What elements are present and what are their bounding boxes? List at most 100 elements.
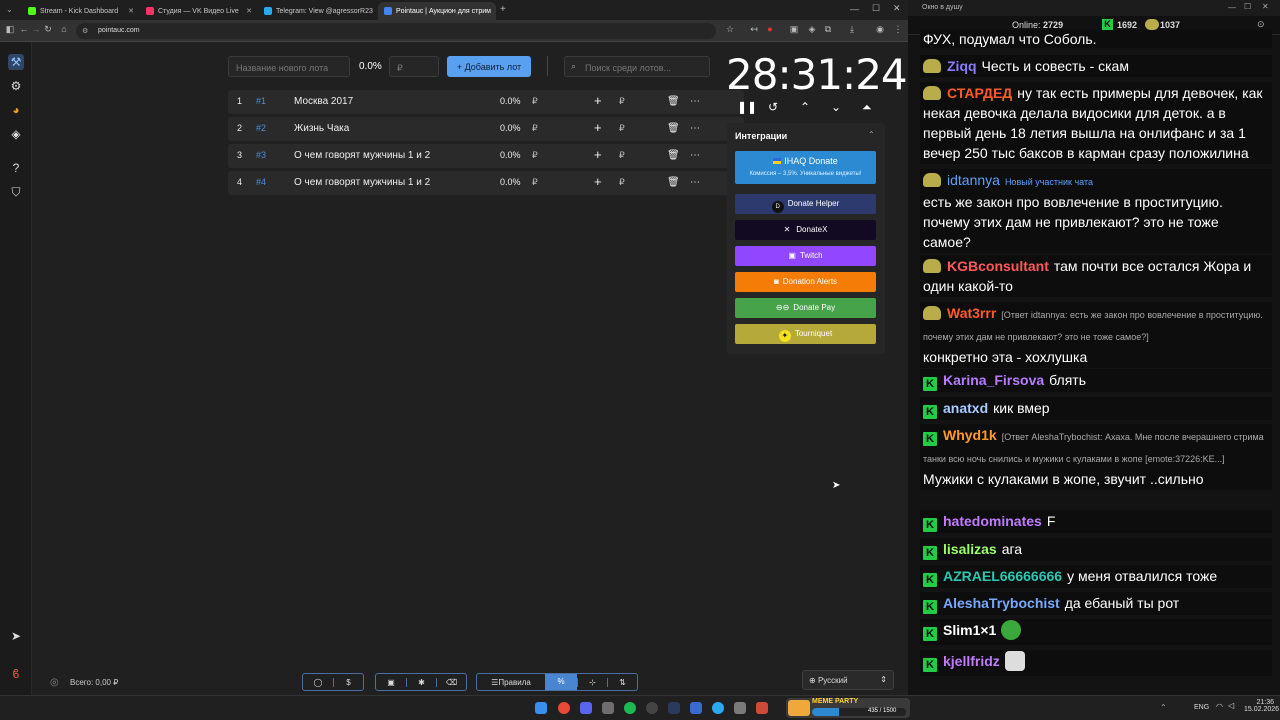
chat-nick[interactable]: kjellfridz (943, 653, 1000, 669)
download-icon[interactable]: ⤓ (846, 24, 858, 35)
add-amount-plus-icon[interactable]: + (594, 93, 602, 108)
clock[interactable]: 21:36 15.02.2026 (1244, 699, 1279, 713)
remove-time-down-icon[interactable]: ⌄ (831, 100, 841, 114)
save-icon[interactable]: ▣ (376, 678, 406, 687)
delete-trash-icon[interactable]: 🗑 (667, 177, 680, 188)
more-options-icon[interactable]: ⋯ (690, 123, 700, 134)
browser-tab-vk[interactable]: Студия — VK Видео Live ✕ (140, 2, 258, 20)
chrome-icon[interactable] (558, 702, 570, 714)
more-options-icon[interactable]: ⋯ (690, 150, 700, 161)
close-window-icon[interactable]: ✕ (893, 3, 901, 14)
delete-trash-icon[interactable]: 🗑 (667, 150, 680, 161)
chat-settings-icon[interactable]: ⊙ (1257, 19, 1265, 30)
lot-name[interactable]: О чем говорят мужчины 1 и 2 (294, 177, 430, 188)
more-options-icon[interactable]: ⋯ (690, 177, 700, 188)
chat-nick[interactable]: СТАРДЕД (947, 85, 1012, 101)
minimize-icon[interactable]: — (850, 4, 859, 14)
lot-extra-amount-field[interactable]: ₽ (619, 150, 625, 161)
help-icon[interactable]: ? (8, 160, 24, 176)
split-toggle-icon[interactable]: ⊹ (577, 677, 607, 687)
chat-close-icon[interactable]: ✕ (1262, 2, 1269, 11)
maximize-icon[interactable]: ☐ (872, 3, 880, 14)
search-lots-input[interactable]: Поиск среди лотов... (564, 56, 710, 77)
site-info-icon[interactable]: ⚙ (82, 27, 88, 35)
chat-nick[interactable]: AZRAEL66666666 (943, 568, 1062, 584)
donatex-button[interactable]: ✕ DonateX (735, 220, 876, 240)
browser-tab-pointauc[interactable]: Pointauc | Аукцион для стрим ✕ (378, 2, 496, 20)
browser-menu-icon[interactable]: ⋮ (892, 24, 904, 35)
wifi-icon[interactable]: ◠ (1216, 702, 1223, 711)
chat-nick[interactable]: anatxd (943, 400, 988, 416)
close-icon[interactable]: ✕ (246, 7, 252, 15)
tourniquet-button[interactable]: ✦ Tourniquet (735, 324, 876, 344)
donation-alerts-button[interactable]: ◙ Donation Alerts (735, 272, 876, 292)
extension-screenshot-icon[interactable]: ▣ (788, 24, 800, 35)
lot-amount-input[interactable]: ₽ (389, 56, 439, 77)
lot-id[interactable]: #1 (256, 96, 266, 106)
lot-extra-amount-field[interactable]: ₽ (619, 123, 625, 134)
lot-name[interactable]: Жизнь Чака (294, 123, 349, 134)
clear-trash-icon[interactable]: ⌫ (436, 677, 466, 687)
reload-icon[interactable]: ↻ (42, 24, 54, 35)
chat-nick[interactable]: Karina_Firsova (943, 372, 1044, 388)
tab-list-icon[interactable]: ⌄ (6, 5, 16, 15)
ihaq-donate-button[interactable]: IHAQ Donate Комиссия – 3,5%. Уникальные … (735, 151, 876, 184)
extension-icon[interactable]: ◈ (806, 24, 818, 35)
chat-nick[interactable]: Whyd1k (943, 427, 997, 443)
lot-id[interactable]: #3 (256, 150, 266, 160)
taskbar-app-icon[interactable] (756, 702, 768, 714)
add-amount-plus-icon[interactable]: + (594, 174, 602, 189)
delete-trash-icon[interactable]: 🗑 (667, 96, 680, 107)
telegram-taskbar-icon[interactable] (712, 702, 724, 714)
spotify-icon[interactable] (624, 702, 636, 714)
add-amount-plus-icon[interactable]: + (594, 147, 602, 162)
rules-button[interactable]: ☰ Правила (477, 678, 545, 687)
url-field[interactable]: pointauc.com (76, 23, 716, 39)
sidebar-toggle-icon[interactable]: ◧ (4, 24, 16, 35)
lot-id[interactable]: #4 (256, 177, 266, 187)
chat-nick[interactable]: idtannya (947, 172, 1000, 188)
extensions-puzzle-icon[interactable]: ⧉ (822, 24, 834, 35)
settings-gear-icon[interactable]: ⚙ (8, 78, 24, 94)
lot-extra-amount-field[interactable]: ₽ (619, 177, 625, 188)
extension-arrow-icon[interactable]: ↤ (748, 24, 760, 35)
percent-toggle-icon[interactable]: % (545, 674, 577, 690)
browser-tab-telegram[interactable]: Telegram: View @agressorR23✕ (258, 2, 378, 20)
pause-icon[interactable]: ❚❚ (737, 100, 757, 114)
volume-icon[interactable]: ◁ (1228, 701, 1234, 710)
shield-icon[interactable]: ⛉ (8, 184, 24, 200)
taskbar-app-icon[interactable] (734, 702, 746, 714)
media-player-icon[interactable] (690, 702, 702, 714)
delete-trash-icon[interactable]: 🗑 (667, 123, 680, 134)
twitch-button[interactable]: ▣ Twitch (735, 246, 876, 266)
github-icon[interactable]: ◯ (303, 678, 333, 687)
profile-icon[interactable]: ◉ (874, 24, 886, 35)
add-amount-plus-icon[interactable]: + (594, 120, 602, 135)
add-time-up-icon[interactable]: ⌃ (800, 100, 810, 114)
bug-icon[interactable]: ✱ (406, 677, 436, 687)
auction-hammer-icon[interactable]: ⚒ (8, 54, 24, 70)
tray-chevron-icon[interactable]: ⌃ (1160, 703, 1167, 712)
sort-icon[interactable]: ⇅ (607, 677, 637, 687)
boosty-icon[interactable]: ϐ (8, 666, 24, 682)
obs-icon[interactable] (646, 702, 658, 714)
discord-icon[interactable] (580, 702, 592, 714)
windows-start-icon[interactable] (535, 702, 547, 714)
taskbar-app-icon[interactable] (602, 702, 614, 714)
add-lot-button[interactable]: + Добавить лот (447, 56, 531, 77)
layers-icon[interactable]: ◈ (8, 126, 24, 142)
extension-record-icon[interactable]: ● (764, 24, 776, 34)
chat-nick[interactable]: KGBconsultant (947, 258, 1049, 274)
collapse-chevron-icon[interactable]: ⌃ (868, 130, 875, 139)
donate-helper-button[interactable]: D Donate Helper (735, 194, 876, 214)
chat-maximize-icon[interactable]: ☐ (1244, 2, 1251, 11)
bookmark-star-icon[interactable]: ☆ (724, 24, 736, 35)
browser-tab-kick[interactable]: Stream - Kick Dashboard ✕ (22, 2, 140, 20)
lot-name[interactable]: О чем говорят мужчины 1 и 2 (294, 150, 430, 161)
lot-name-input[interactable]: Название нового лота (228, 56, 350, 77)
chat-nick[interactable]: AleshaTrybochist (943, 595, 1060, 611)
hide-eye-icon[interactable]: ◎ (50, 677, 59, 688)
steam-icon[interactable] (668, 702, 680, 714)
chat-nick[interactable]: hatedominates (943, 513, 1042, 529)
wheel-pie-icon[interactable]: ◕ (8, 102, 24, 118)
